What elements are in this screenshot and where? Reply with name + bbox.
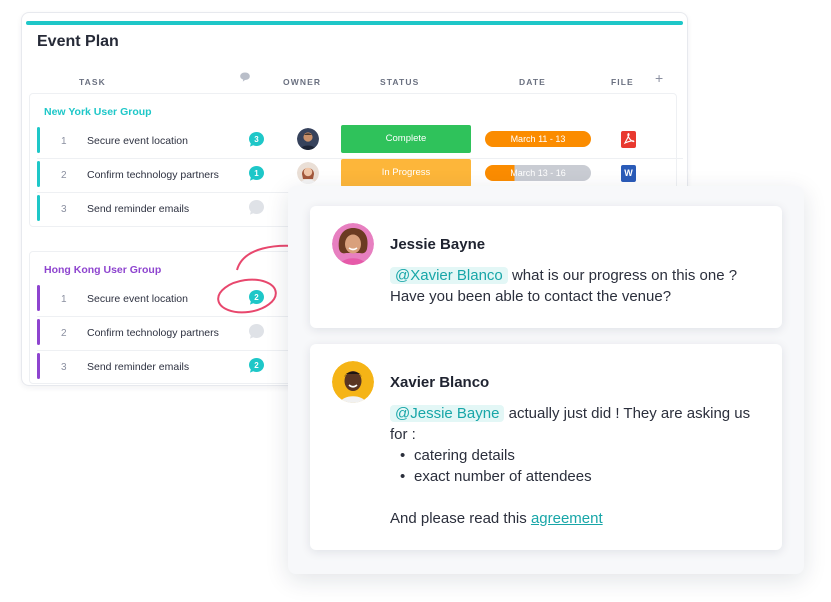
owner-avatar[interactable]: [297, 162, 319, 184]
comment-count: 2: [254, 361, 259, 370]
comment-empty-icon[interactable]: [248, 323, 265, 340]
board-title: Event Plan: [37, 33, 119, 50]
comment-count-icon[interactable]: 1: [248, 165, 265, 182]
column-header-date[interactable]: DATE: [519, 77, 546, 87]
column-header-owner[interactable]: OWNER: [283, 77, 321, 87]
comment-author: Jessie Bayne: [390, 236, 486, 253]
xavier-avatar[interactable]: [332, 361, 374, 403]
row-color-bar: [37, 161, 40, 187]
row-number: 2: [61, 328, 67, 339]
comment-count: 3: [254, 135, 259, 144]
date-range[interactable]: March 11 - 13: [485, 131, 591, 147]
comment-count-icon[interactable]: 3: [248, 131, 265, 148]
jessie-avatar[interactable]: [332, 223, 374, 265]
comment-column-icon: [240, 72, 250, 82]
list-item: catering details: [400, 445, 770, 466]
row-number: 1: [61, 294, 67, 305]
word-icon[interactable]: W: [621, 165, 636, 182]
comment-card: Xavier Blanco @Jessie Bayne actually jus…: [310, 344, 782, 550]
row-color-bar: [37, 353, 40, 379]
group-label-hong-kong: Hong Kong User Group: [44, 264, 162, 276]
board-accent-bar: [26, 21, 683, 25]
column-header-file[interactable]: FILE: [611, 77, 634, 87]
row-color-bar: [37, 285, 40, 311]
comment-count: 1: [254, 169, 259, 178]
date-range[interactable]: March 13 - 16: [485, 165, 591, 181]
mention-tag[interactable]: @Xavier Blanco: [390, 267, 508, 284]
group-label-new-york: New York User Group: [44, 106, 152, 118]
pdf-icon[interactable]: [621, 131, 636, 148]
comment-text: @Xavier Blanco what is our progress on t…: [390, 265, 770, 307]
column-header-status[interactable]: STATUS: [380, 77, 419, 87]
mention-tag[interactable]: @Jessie Bayne: [390, 405, 505, 422]
comment-text: @Jessie Bayne actually just did ! They a…: [390, 403, 770, 529]
owner-avatar[interactable]: [297, 128, 319, 150]
row-color-bar: [37, 127, 40, 153]
list-item: exact number of attendees: [400, 466, 770, 487]
row-number: 2: [61, 170, 67, 181]
row-color-bar: [37, 319, 40, 345]
row-color-bar: [37, 195, 40, 221]
comment-card: Jessie Bayne @Xavier Blanco what is our …: [310, 206, 782, 328]
agreement-link[interactable]: agreement: [531, 510, 603, 527]
comment-closing: And please read this agreement: [390, 508, 770, 529]
column-header-task[interactable]: TASK: [79, 77, 106, 87]
comment-empty-icon[interactable]: [248, 199, 265, 216]
table-row[interactable]: 1 Secure event location 3 Complete March…: [37, 125, 683, 159]
task-name[interactable]: Send reminder emails: [87, 203, 189, 215]
status-badge[interactable]: In Progress: [341, 159, 471, 187]
task-name[interactable]: Secure event location: [87, 135, 188, 147]
task-name[interactable]: Confirm technology partners: [87, 327, 219, 339]
row-number: 3: [61, 362, 67, 373]
closing-text: And please read this: [390, 510, 531, 527]
comment-count-icon[interactable]: 2: [248, 357, 265, 374]
bullet-list: catering details exact number of attende…: [390, 445, 770, 487]
row-number: 3: [61, 204, 67, 215]
status-badge[interactable]: Complete: [341, 125, 471, 153]
task-name[interactable]: Send reminder emails: [87, 361, 189, 373]
comment-author: Xavier Blanco: [390, 374, 490, 391]
comment-thread-panel: Jessie Bayne @Xavier Blanco what is our …: [288, 186, 804, 574]
add-column-plus-icon[interactable]: +: [655, 70, 663, 86]
row-number: 1: [61, 136, 67, 147]
task-name[interactable]: Confirm technology partners: [87, 169, 219, 181]
task-name[interactable]: Secure event location: [87, 293, 188, 305]
